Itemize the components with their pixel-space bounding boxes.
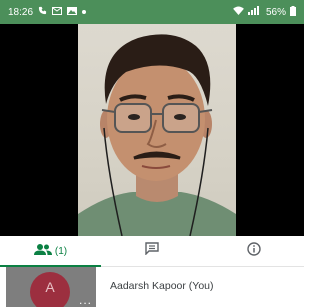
tab-people[interactable]: (1) [0,236,101,267]
people-icon [33,242,52,260]
info-icon [246,241,261,261]
status-time: 18:26 [8,6,34,18]
battery-percent: 56% [265,6,286,18]
status-right: 56% [233,5,296,19]
participant-row[interactable]: A ... Aadarsh Kapoor (You) [0,267,304,307]
wifi-icon [233,6,244,18]
tab-bar: (1) [0,236,304,267]
photo-icon [67,6,78,18]
participant-thumbnail[interactable]: A ... [6,267,96,307]
tab-chat[interactable] [101,236,203,266]
chat-icon [145,242,159,260]
phone-icon [38,6,47,18]
participant-name: Aadarsh Kapoor (You) [110,280,214,292]
participant-video-image [78,34,236,236]
avatar: A [30,272,70,307]
message-icon [52,6,63,18]
more-options-icon[interactable]: ... [79,294,92,306]
participant-video[interactable] [78,24,236,236]
video-area [0,24,304,236]
participant-count: (1) [54,245,68,257]
tab-info[interactable] [203,236,304,266]
status-bar: 18:26 56% [0,0,304,24]
status-left: 18:26 [8,6,87,18]
dot-icon [82,10,87,14]
battery-icon [290,5,296,19]
signal-icon [247,6,262,18]
